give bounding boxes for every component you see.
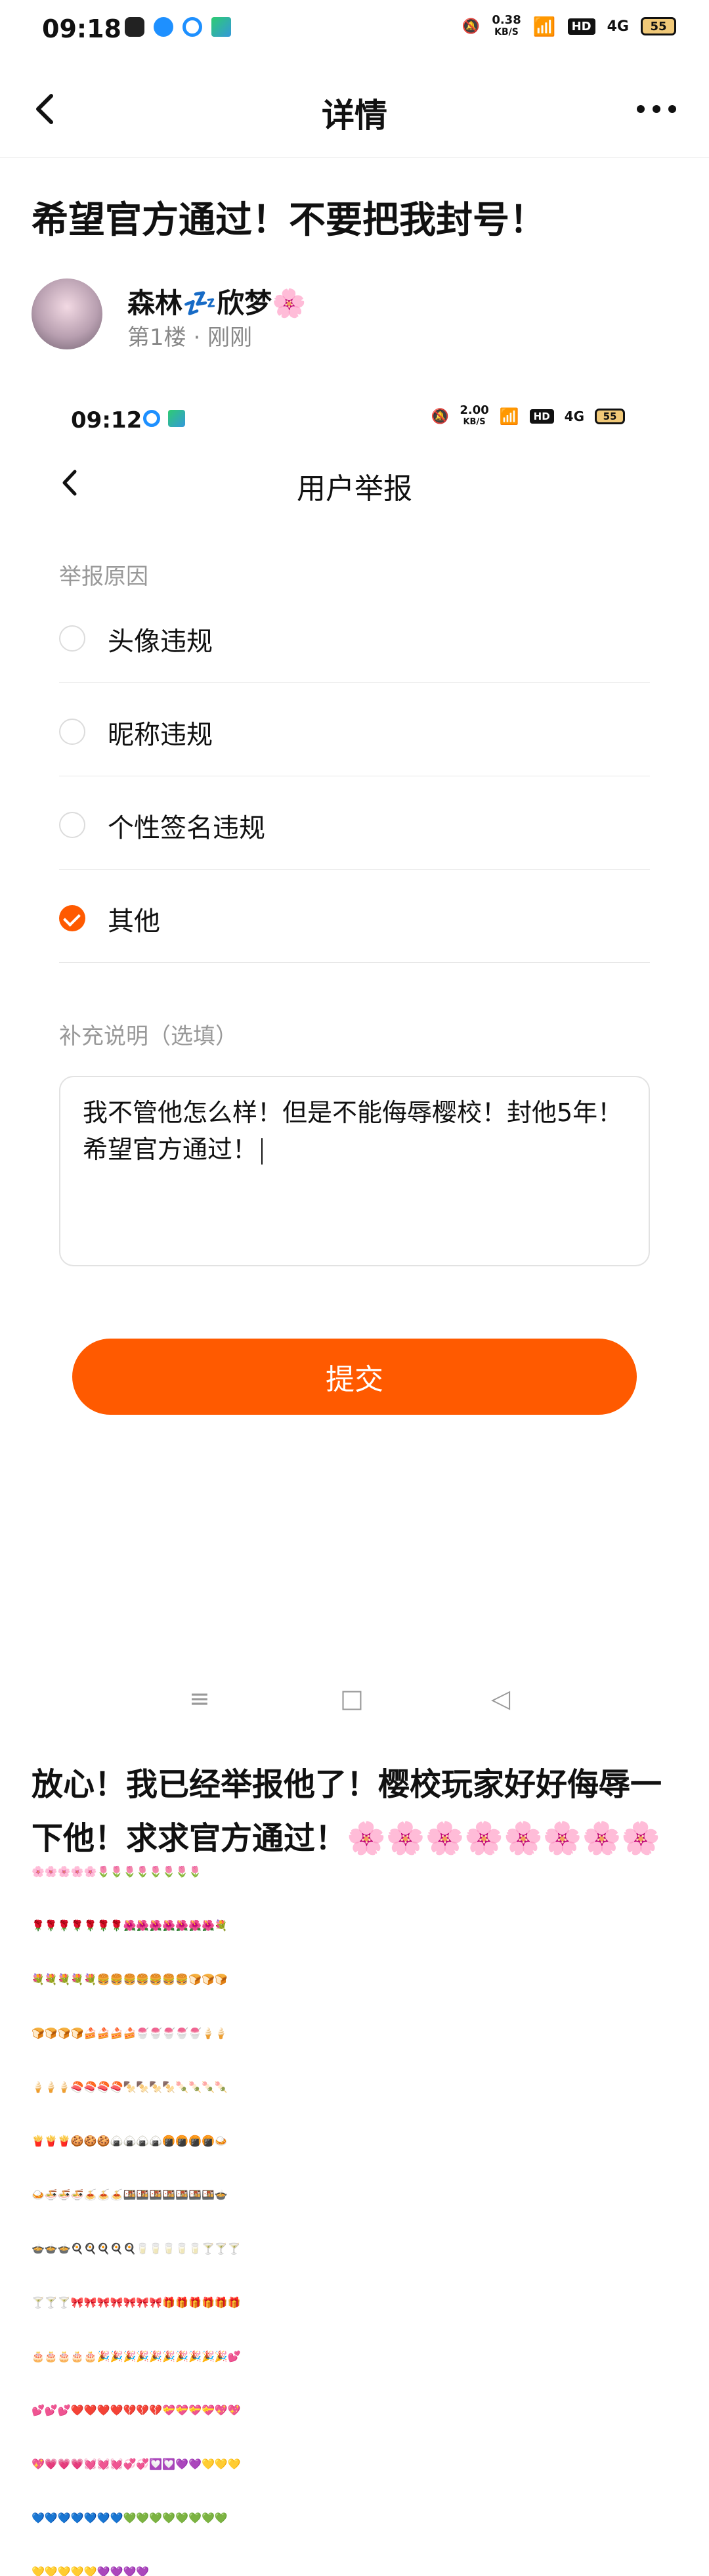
option-label: 个性签名违规 bbox=[108, 813, 265, 843]
emoji-row: 💙💙💙💙💙💙💙💚💚💚💚💚💚💚💚 bbox=[32, 2512, 228, 2524]
play-icon bbox=[168, 410, 185, 427]
play-icon bbox=[211, 17, 231, 37]
bell-off-icon: 🔕 bbox=[462, 18, 481, 35]
emoji-row: 💖💗💗💗💓💓💓💞💞💟💟💜💜💛💛💛 bbox=[32, 2458, 241, 2470]
page-title: 详情 bbox=[322, 97, 387, 135]
status-bar: 09:18 🔕 0.38 KB/S 📶 HD 4G 55 bbox=[0, 0, 709, 63]
floor-meta: 第1楼 · 刚刚 bbox=[127, 324, 253, 351]
emoji-row: 🍲🍲🍲🍳🍳🍳🍳🍳🥛🥛🥛🥛🥛🍸🍸🍸 bbox=[32, 2242, 241, 2255]
app-blue-icon bbox=[154, 17, 173, 37]
status-time: 09:18 bbox=[42, 14, 121, 43]
reason-label: 举报原因 bbox=[59, 564, 148, 590]
emoji-row: 🌸🌸🌸🌸🌸🌷🌷🌷🌷🌷🌷🌷🌷 bbox=[32, 1865, 202, 1878]
hd-badge: HD bbox=[567, 18, 595, 35]
emoji-row: 💐💐💐💐💐🍔🍔🍔🍔🍔🍔🍔🍞🍞🍞 bbox=[32, 1973, 228, 1986]
hd-badge: HD bbox=[529, 409, 554, 424]
submit-button: 提交 bbox=[72, 1339, 637, 1415]
post-screenshot[interactable]: 09:12 🔕 2.00 KB/S 📶 HD 4G 55 用户举报 举报原因 头… bbox=[32, 381, 677, 1713]
more-dots-icon bbox=[637, 105, 676, 113]
signal-icon: 4G bbox=[607, 18, 629, 35]
emoji-row: 🌹🌹🌹🌹🌹🌹🌹🌺🌺🌺🌺🌺🌺🌺💐 bbox=[32, 1919, 228, 1932]
shot-status-app-icons bbox=[143, 410, 185, 427]
author-row: 森林💤欣梦🌸 第1楼 · 刚刚 bbox=[32, 278, 688, 357]
post-title: 希望官方通过！不要把我封号！ bbox=[32, 199, 546, 242]
avatar[interactable] bbox=[32, 278, 102, 349]
emoji-row: 💕💕💕❤️❤️❤️❤️💔💔💔💝💝💝💝💖💖 bbox=[32, 2404, 241, 2416]
option-nickname: 昵称违规 bbox=[59, 684, 650, 776]
author-name[interactable]: 森林💤欣梦🌸 bbox=[127, 281, 307, 321]
option-avatar: 头像违规 bbox=[59, 591, 650, 683]
emoji-row: 💛💛💛💛💛💜💜💜💜 bbox=[32, 2565, 150, 2576]
note-label: 补充说明（选填） bbox=[59, 1023, 238, 1050]
emoji-block: 🌸🌸🌸🌸🌸🌷🌷🌷🌷🌷🌷🌷🌷 🌹🌹🌹🌹🌹🌹🌹🌺🌺🌺🌺🌺🌺🌺💐 💐💐💐💐💐🍔🍔🍔🍔🍔… bbox=[32, 1865, 677, 2576]
app-ring-icon bbox=[143, 410, 160, 427]
back-key-icon: ◁ bbox=[491, 1684, 511, 1713]
bell-off-icon: 🔕 bbox=[431, 408, 450, 425]
wifi-icon: 📶 bbox=[532, 15, 556, 37]
battery-icon: 55 bbox=[641, 17, 676, 35]
app-ring-icon bbox=[183, 17, 202, 37]
shot-system-nav: ≡ □ ◁ bbox=[32, 1684, 677, 1713]
radio-unchecked-icon bbox=[59, 625, 85, 652]
radio-unchecked-icon bbox=[59, 812, 85, 838]
note-textarea: 我不管他怎么样！但是不能侮辱樱校！封他5年！希望官方通过！ bbox=[59, 1076, 650, 1266]
wifi-icon: 📶 bbox=[499, 407, 519, 426]
emoji-row: 🍛🍜🍜🍜🍝🍝🍝🍱🍱🍱🍱🍱🍱🍱🍲 bbox=[32, 2188, 228, 2201]
emoji-row: 🍸🍸🍸🎀🎀🎀🎀🎀🎀🎀🎁🎁🎁🎁🎁🎁 bbox=[32, 2296, 241, 2309]
status-app-icons bbox=[125, 17, 231, 37]
home-key-icon: □ bbox=[340, 1684, 364, 1713]
option-label: 昵称违规 bbox=[108, 720, 213, 750]
signal-icon: 4G bbox=[564, 409, 584, 424]
emoji-row: 🍞🍞🍞🍞🍰🍰🍰🍰🍧🍧🍧🍧🍧🍦🍦 bbox=[32, 2027, 228, 2039]
radio-unchecked-icon bbox=[59, 719, 85, 745]
report-title: 用户举报 bbox=[297, 472, 412, 506]
menu-key-icon: ≡ bbox=[189, 1684, 210, 1713]
option-other: 其他 bbox=[59, 871, 650, 963]
radio-checked-icon bbox=[59, 905, 85, 931]
emoji-row: 🎂🎂🎂🎂🎂🎉🎉🎉🎉🎉🎉🎉🎉🎉🎉💕 bbox=[32, 2350, 241, 2363]
nav-bar: 详情 bbox=[0, 63, 709, 158]
network-speed: 0.38 KB/S bbox=[492, 13, 521, 38]
shot-status-time: 09:12 bbox=[71, 407, 142, 433]
option-signature: 个性签名违规 bbox=[59, 778, 650, 870]
battery-icon: 55 bbox=[595, 409, 625, 424]
option-label: 其他 bbox=[108, 906, 160, 937]
shot-network-speed: 2.00 KB/S bbox=[460, 403, 489, 428]
wechat-icon bbox=[125, 17, 144, 37]
emoji-row: 🍦🍦🍦🍣🍣🍣🍣🍢🍢🍢🍢🍡🍡🍡🍡 bbox=[32, 2081, 228, 2093]
status-right: 🔕 0.38 KB/S 📶 HD 4G 55 bbox=[462, 14, 676, 38]
post-body-text: 放心！我已经举报他了！樱校玩家好好侮辱一下他！求求官方通过！🌸🌸🌸🌸🌸🌸🌸🌸 bbox=[32, 1766, 662, 1857]
text-caret bbox=[261, 1138, 263, 1165]
more-button[interactable] bbox=[630, 89, 683, 129]
shot-status-right: 🔕 2.00 KB/S 📶 HD 4G 55 bbox=[431, 405, 625, 428]
option-label: 头像违规 bbox=[108, 627, 213, 657]
emoji-row: 🍟🍟🍟🍪🍪🍪🍙🍙🍙🍙🍘🍘🍘🍘🍛 bbox=[32, 2135, 228, 2147]
